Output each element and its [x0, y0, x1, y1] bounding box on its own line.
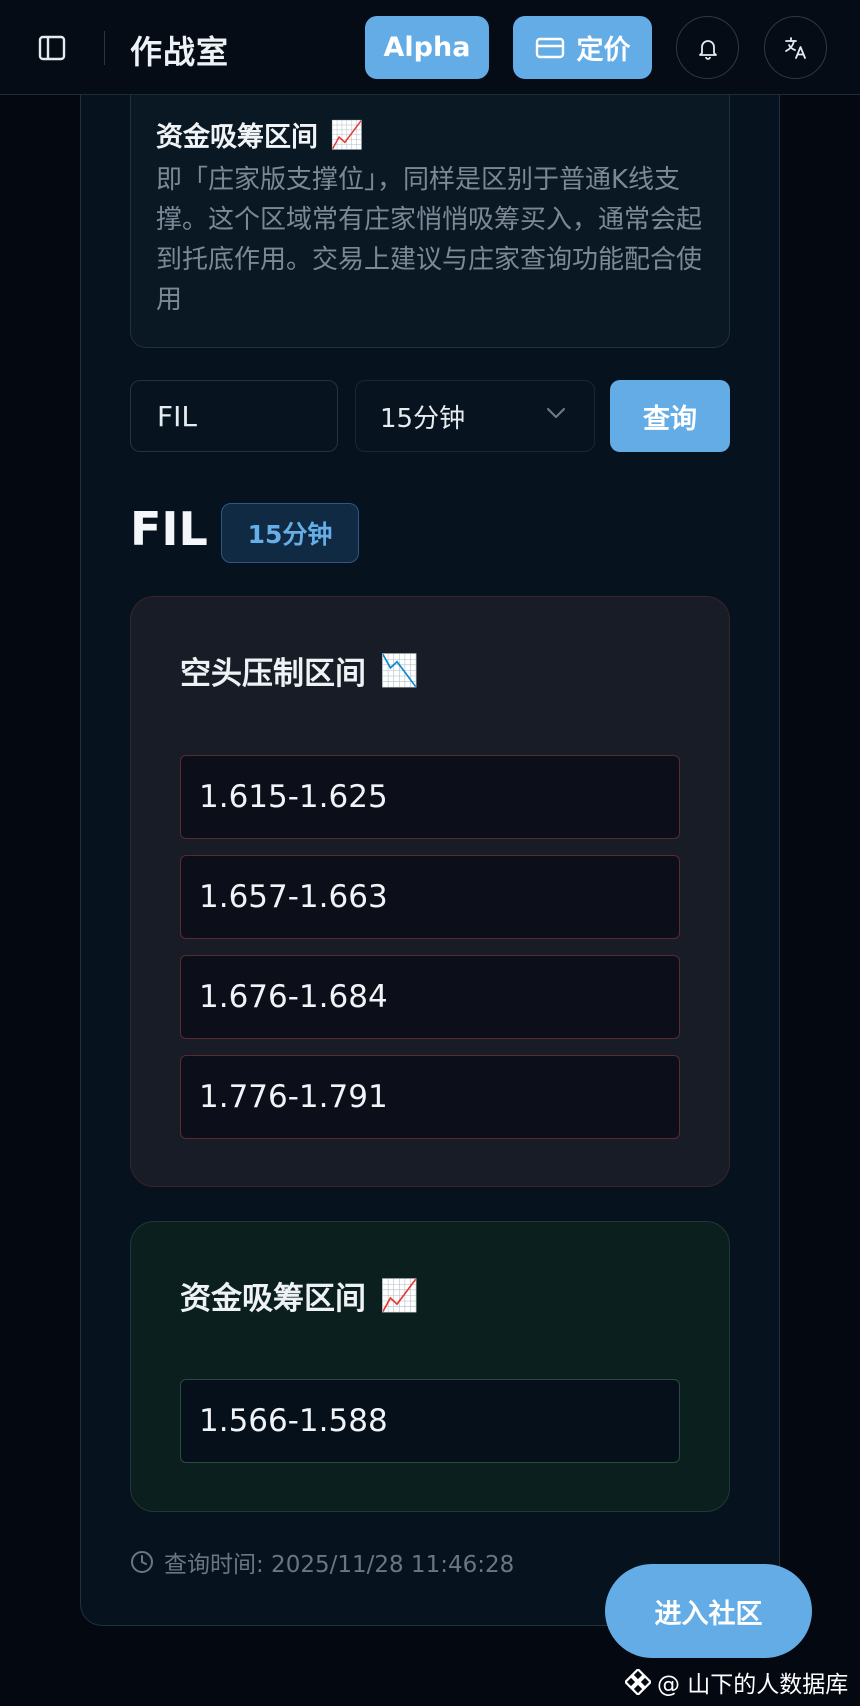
bull-zone-title-text: 资金吸筹区间 — [180, 1281, 366, 1317]
result-symbol: FIL — [130, 502, 208, 556]
watermark: @ 山下的人数据库 — [625, 1665, 848, 1699]
query-time-text: 查询时间: 2025/11/28 11:46:28 — [164, 1552, 515, 1578]
description-text: 即「庄家版支撑位」，同样是区别于普通K线支撑。这个区域常有庄家悄悄吸筹买入，通常… — [156, 165, 703, 315]
sidebar-icon — [38, 35, 66, 61]
top-bar: 作战室 Alpha 定价 — [0, 0, 860, 95]
chevron-down-icon — [547, 408, 565, 418]
bull-range-item: 1.566-1.588 — [180, 1379, 680, 1463]
description-title-text: 资金吸筹区间 — [156, 122, 318, 153]
sidebar-toggle-button[interactable] — [34, 30, 70, 66]
bell-icon — [698, 39, 717, 60]
notifications-button[interactable] — [676, 16, 739, 79]
bear-zone-title: 空头压制区间 📉 — [180, 648, 419, 693]
chart-up-icon: 📈 — [380, 1278, 419, 1314]
bull-zone-title: 资金吸筹区间 📈 — [180, 1273, 419, 1318]
interval-select-value: 15分钟 — [380, 403, 466, 434]
description-title: 资金吸筹区间 📈 — [156, 115, 364, 154]
app-title: 作战室 — [130, 33, 230, 71]
pricing-button-label: 定价 — [576, 35, 631, 66]
watermark-text: @ 山下的人数据库 — [657, 1672, 849, 1698]
bear-range-item: 1.657-1.663 — [180, 855, 680, 939]
card-icon — [535, 37, 564, 58]
page: 资金吸筹区间 📈 即「庄家版支撑位」，同样是区别于普通K线支撑。这个区域常有庄家… — [0, 0, 860, 1706]
clock-icon — [131, 1551, 153, 1573]
chart-up-icon: 📈 — [330, 119, 364, 151]
top-divider — [104, 31, 105, 65]
interval-select[interactable]: 15分钟 — [355, 380, 595, 452]
query-time: 查询时间: 2025/11/28 11:46:28 — [130, 1545, 514, 1579]
bear-range-item: 1.776-1.791 — [180, 1055, 680, 1139]
bull-zone-card — [130, 1221, 730, 1512]
alpha-button[interactable]: Alpha — [365, 16, 489, 79]
bear-range-item: 1.676-1.684 — [180, 955, 680, 1039]
language-button[interactable] — [764, 16, 827, 79]
bear-range-item: 1.615-1.625 — [180, 755, 680, 839]
query-button[interactable]: 查询 — [610, 380, 730, 452]
symbol-input[interactable] — [130, 380, 338, 452]
bear-zone-title-text: 空头压制区间 — [180, 656, 366, 692]
community-button[interactable]: 进入社区 — [605, 1564, 812, 1658]
interval-badge: 15分钟 — [221, 503, 359, 563]
binance-logo-icon — [625, 1669, 651, 1695]
pricing-button[interactable]: 定价 — [513, 16, 652, 79]
chart-down-icon: 📉 — [380, 653, 419, 689]
translate-icon — [784, 36, 806, 59]
